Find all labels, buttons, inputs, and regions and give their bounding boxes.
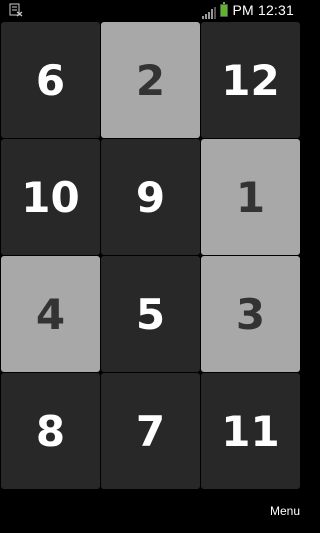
battery-icon bbox=[220, 1, 229, 17]
tile[interactable]: 2 bbox=[101, 22, 200, 138]
status-bar: PM 12:31 bbox=[0, 0, 300, 20]
battery-fill bbox=[221, 4, 228, 16]
tile[interactable]: 11 bbox=[201, 373, 300, 489]
tile[interactable]: 5 bbox=[101, 256, 200, 372]
tile[interactable]: 4 bbox=[1, 256, 100, 372]
tile[interactable]: 9 bbox=[101, 139, 200, 255]
tile[interactable]: 8 bbox=[1, 373, 100, 489]
usb-debug-icon bbox=[9, 2, 23, 17]
bottom-bar: Menu bbox=[0, 490, 300, 533]
menu-button[interactable]: Menu bbox=[270, 504, 300, 518]
tile[interactable]: 6 bbox=[1, 22, 100, 138]
tile[interactable]: 7 bbox=[101, 373, 200, 489]
tile[interactable]: 1 bbox=[201, 139, 300, 255]
tile[interactable]: 12 bbox=[201, 22, 300, 138]
tile[interactable]: 10 bbox=[1, 139, 100, 255]
status-indicators: PM 12:31 bbox=[202, 0, 294, 20]
puzzle-board: 6 2 12 10 9 1 4 5 3 8 7 11 bbox=[0, 21, 300, 490]
tile[interactable]: 3 bbox=[201, 256, 300, 372]
signal-bars-icon bbox=[202, 4, 217, 19]
clock: PM 12:31 bbox=[232, 2, 294, 18]
